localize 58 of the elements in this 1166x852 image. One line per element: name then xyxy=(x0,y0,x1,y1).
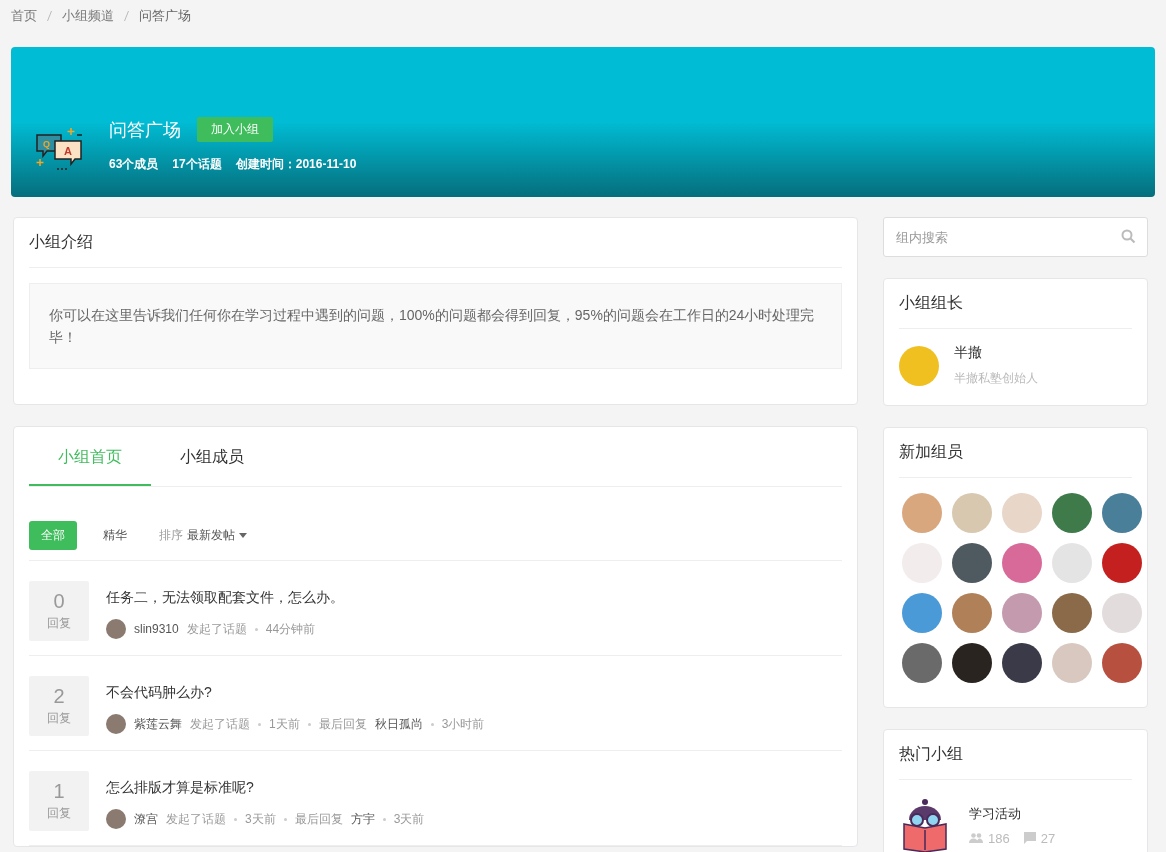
breadcrumb-link[interactable]: 问答广场 xyxy=(139,7,191,25)
avatar xyxy=(106,809,126,829)
avatar xyxy=(899,345,939,386)
member-avatar[interactable] xyxy=(952,643,992,683)
leader-name[interactable]: 半撤 xyxy=(954,344,1038,362)
caret-icon xyxy=(239,533,247,538)
intro-text: 你可以在这里告诉我们任何你在学习过程中遇到的问题，100%的问题都会得到回复，95%的问题会在工作日的24小时处理完毕！ xyxy=(29,283,842,369)
filter-button[interactable]: 精华 xyxy=(91,521,139,550)
card-title: 热门小组 xyxy=(899,730,1132,780)
replier-link[interactable]: 秋日孤尚 xyxy=(374,715,423,733)
action-text: 发起了话题 xyxy=(186,620,247,638)
topic-title[interactable]: 不会代码肿么办? xyxy=(106,684,485,702)
leader-role: 半撤私塾创始人 xyxy=(954,370,1038,387)
search-icon xyxy=(1121,229,1136,244)
group-stat: 17个话题 xyxy=(172,156,222,173)
sort-dropdown[interactable]: 排序 最新发帖 xyxy=(153,526,253,545)
card-title: 新加组员 xyxy=(899,428,1132,478)
topic-count: 27 xyxy=(1040,830,1056,846)
group-name-link[interactable]: 学习活动 xyxy=(969,804,1056,823)
slash-separator-icon xyxy=(47,11,52,21)
tab[interactable]: 小组成员 xyxy=(151,427,273,486)
topic-title[interactable]: 任务二，无法领取配套文件，怎么办。 xyxy=(106,589,344,607)
breadcrumb-link[interactable]: 首页 xyxy=(11,7,37,25)
group-stat: 63个成员 xyxy=(109,156,159,173)
member-avatar[interactable] xyxy=(1002,643,1042,683)
reply-count: 0 xyxy=(53,590,65,613)
post-time: 44分钟前 xyxy=(265,620,316,638)
last-reply-label: 最后回复 xyxy=(318,715,367,733)
group-stat: 创建时间：2016-11-10 xyxy=(235,156,357,173)
reply-label: 回复 xyxy=(47,805,71,822)
post-time: 1天前 xyxy=(269,715,300,733)
last-reply-label: 最后回复 xyxy=(294,810,343,828)
topic-title[interactable]: 怎么排版才算是标准呢? xyxy=(106,779,425,797)
avatar xyxy=(106,714,126,734)
reply-count: 2 xyxy=(53,685,65,708)
author-link[interactable]: 紫莲云舞 xyxy=(134,715,182,733)
reply-count: 1 xyxy=(53,780,65,803)
people-icon xyxy=(969,833,983,843)
replier-link[interactable]: 方宇 xyxy=(350,810,375,828)
post-time: 3天前 xyxy=(245,810,276,828)
member-avatar[interactable] xyxy=(952,543,992,583)
reply-time: 3天前 xyxy=(393,810,425,828)
group-title: 问答广场 xyxy=(109,118,181,142)
member-count: 186 xyxy=(988,830,1010,846)
card-title: 小组组长 xyxy=(899,279,1132,329)
reply-label: 回复 xyxy=(47,615,71,632)
comment-icon xyxy=(1023,832,1036,844)
author-link[interactable]: 潦宫 xyxy=(134,810,158,828)
slash-separator-icon xyxy=(124,11,129,21)
reply-time: 3小时前 xyxy=(441,715,485,733)
author-link[interactable]: slin9310 xyxy=(134,622,179,636)
reply-label: 回复 xyxy=(47,710,71,727)
action-text: 发起了话题 xyxy=(166,810,226,828)
search-field[interactable]: 组内搜索 xyxy=(883,217,1148,257)
avatar xyxy=(106,619,126,639)
action-text: 发起了话题 xyxy=(190,715,250,733)
card-title: 小组介绍 xyxy=(29,218,842,268)
breadcrumb-link[interactable]: 小组频道 xyxy=(62,7,114,25)
